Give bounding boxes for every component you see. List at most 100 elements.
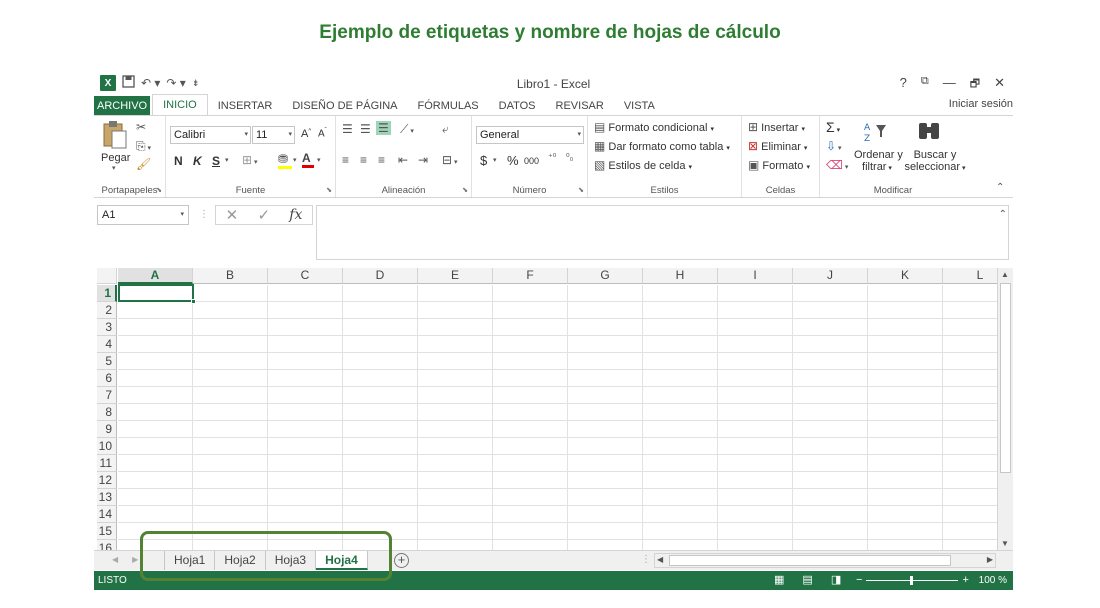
decrease-decimal-icon[interactable]: ⁰₀ (566, 152, 573, 163)
column-header[interactable]: F (493, 268, 568, 284)
underline-button[interactable]: S (212, 154, 220, 168)
fill-color-dropdown-icon[interactable]: ▾ (293, 156, 297, 164)
restore-icon[interactable]: 🗗 (970, 75, 980, 94)
close-icon[interactable]: ✕ (994, 75, 1005, 94)
sort-filter-button[interactable]: Ordenar y filtrar ▾ (854, 149, 903, 173)
formula-input[interactable] (316, 205, 1009, 260)
fill-color-icon[interactable]: ⛃ (278, 152, 292, 169)
page-break-view-icon[interactable]: ◨ (831, 573, 841, 586)
ribbon-display-icon[interactable]: ⧉ (921, 75, 929, 94)
number-launcher-icon[interactable]: ⬊ (578, 186, 584, 194)
help-icon[interactable]: ? (900, 75, 907, 94)
orientation-icon[interactable]: ⟋ ▾ (400, 122, 414, 137)
row-header[interactable]: 11 (97, 455, 117, 472)
tab-vista[interactable]: VISTA (614, 96, 665, 116)
align-top-icon[interactable]: ☰ (342, 122, 353, 136)
borders-icon[interactable]: ⊞ ▾ (242, 153, 258, 167)
italic-button[interactable]: K (193, 154, 202, 168)
normal-view-icon[interactable]: ▦ (774, 573, 784, 586)
tab-insertar[interactable]: INSERTAR (208, 96, 283, 116)
row-header[interactable]: 7 (97, 387, 117, 404)
vertical-scrollbar[interactable]: ▲ ▼ (997, 268, 1013, 550)
page-layout-view-icon[interactable]: ▤ (802, 573, 812, 586)
column-header[interactable]: G (568, 268, 643, 284)
increase-decimal-icon[interactable]: ⁺⁰ (548, 152, 556, 163)
row-header[interactable]: 12 (97, 472, 117, 489)
percent-button[interactable]: % (507, 153, 519, 168)
font-color-icon[interactable]: A (302, 151, 314, 168)
font-size-select[interactable]: 11 ▾ (252, 126, 295, 144)
row-header[interactable]: 15 (97, 523, 117, 540)
zoom-slider[interactable] (866, 575, 959, 585)
add-sheet-button[interactable]: + (394, 553, 409, 568)
paste-dropdown-icon[interactable]: ▾ (112, 164, 116, 172)
paste-button[interactable] (102, 120, 128, 153)
signin-link[interactable]: Iniciar sesión (949, 98, 1013, 110)
row-header[interactable]: 3 (97, 319, 117, 336)
autosum-icon[interactable]: Σ ▾ (826, 119, 840, 135)
number-format-select[interactable]: General ▾ (476, 126, 584, 144)
format-cells-button[interactable]: ▣ Formato ▾ (748, 158, 810, 172)
column-header[interactable]: L (943, 268, 997, 284)
alignment-launcher-icon[interactable]: ⬊ (462, 186, 468, 194)
delete-cells-button[interactable]: ⊠ Eliminar ▾ (748, 139, 807, 153)
cell-styles-button[interactable]: ▧ Estilos de celda ▾ (594, 158, 692, 172)
tab-diseno-de-pagina[interactable]: DISEÑO DE PÁGINA (282, 96, 407, 116)
tab-inicio[interactable]: INICIO (152, 94, 208, 116)
column-header[interactable]: K (868, 268, 943, 284)
row-header[interactable]: 13 (97, 489, 117, 506)
decrease-indent-icon[interactable]: ⇤ (398, 153, 408, 167)
collapse-ribbon-icon[interactable]: ⌃ (996, 182, 1004, 193)
grow-font-icon[interactable]: A^ (301, 128, 311, 140)
font-family-select[interactable]: Calibri ▾ (170, 126, 251, 144)
zoom-in-icon[interactable]: + (962, 574, 968, 586)
insert-cells-button[interactable]: ⊞ Insertar ▾ (748, 120, 805, 134)
thousands-button[interactable]: 000 (524, 156, 539, 166)
wrap-text-icon[interactable]: ⤶ (442, 122, 449, 137)
find-select-icon[interactable] (916, 120, 942, 147)
find-select-button[interactable]: Buscar y seleccionar ▾ (904, 149, 966, 173)
conditional-format-button[interactable]: ▤ Formato condicional ▾ (594, 120, 714, 134)
scroll-up-icon[interactable]: ▲ (1001, 270, 1009, 279)
row-header[interactable]: 6 (97, 370, 117, 387)
align-middle-icon[interactable]: ☰ (360, 122, 371, 136)
name-box[interactable]: A1 ▾ (97, 205, 189, 225)
tab-datos[interactable]: DATOS (489, 96, 546, 116)
shrink-font-icon[interactable]: Aˇ (318, 128, 327, 139)
copy-icon[interactable]: ⎘ ▾ (136, 139, 151, 154)
increase-indent-icon[interactable]: ⇥ (418, 153, 428, 167)
column-header[interactable]: C (268, 268, 343, 284)
scroll-left-icon[interactable]: ◀ (657, 555, 663, 564)
column-header[interactable]: D (343, 268, 418, 284)
horizontal-scroll-thumb[interactable] (669, 555, 951, 566)
cut-icon[interactable]: ✂ (136, 120, 146, 134)
row-header[interactable]: 14 (97, 506, 117, 523)
format-as-table-button[interactable]: ▦ Dar formato como tabla ▾ (594, 139, 730, 153)
enter-icon[interactable]: ✓ (257, 206, 270, 224)
tab-revisar[interactable]: REVISAR (546, 96, 614, 116)
cell-area[interactable] (118, 285, 997, 550)
currency-button[interactable]: $ (480, 153, 487, 168)
zoom-out-icon[interactable]: − (856, 574, 862, 586)
fill-icon[interactable]: ⇩ ▾ (826, 139, 842, 153)
column-header[interactable]: J (793, 268, 868, 284)
fill-handle[interactable] (191, 299, 196, 304)
scroll-right-icon[interactable]: ▶ (987, 555, 993, 564)
clipboard-launcher-icon[interactable]: ⬊ (156, 186, 162, 194)
row-header[interactable]: 16 (97, 540, 117, 550)
align-center-icon[interactable]: ≡ (360, 153, 367, 167)
row-header[interactable]: 8 (97, 404, 117, 421)
worksheet-grid[interactable]: ABCDEFGHIJKL 1 2 3 4 5 6 7 8 9 10 11 12 13 14 15 16 (97, 268, 997, 550)
zoom-level[interactable]: 100 % (979, 575, 1007, 586)
minimize-icon[interactable]: — (943, 75, 956, 94)
row-header[interactable]: 9 (97, 421, 117, 438)
row-header[interactable]: 4 (97, 336, 117, 353)
tab-split-grip-icon[interactable]: ⋮ (641, 554, 651, 565)
cancel-icon[interactable]: ✕ (226, 206, 239, 224)
bold-button[interactable]: N (174, 154, 183, 168)
align-bottom-icon[interactable]: ☰ (376, 121, 391, 135)
currency-dropdown-icon[interactable]: ▾ (493, 156, 497, 164)
row-header[interactable]: 10 (97, 438, 117, 455)
clear-icon[interactable]: ⌫ ▾ (826, 158, 848, 172)
align-right-icon[interactable]: ≡ (378, 153, 385, 167)
